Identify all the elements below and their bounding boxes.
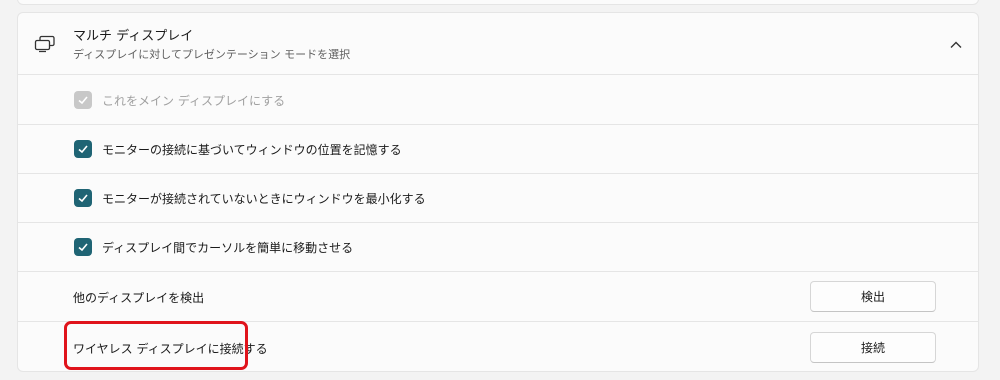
checkbox-row-minimize-windows: モニターが接続されていないときにウィンドウを最小化する [18,174,978,223]
multi-display-panel: マルチ ディスプレイ ディスプレイに対してプレゼンテーション モードを選択 これ… [17,12,979,372]
checkbox-label: モニターの接続に基づいてウィンドウの位置を記憶する [102,143,402,157]
checkbox-main-display[interactable] [74,91,92,109]
checkbox-label: これをメイン ディスプレイにする [102,94,286,108]
checkbox-label: モニターが接続されていないときにウィンドウを最小化する [102,192,426,206]
multi-display-header[interactable]: マルチ ディスプレイ ディスプレイに対してプレゼンテーション モードを選択 [18,13,978,75]
chevron-up-icon[interactable] [948,37,964,51]
checkbox-row-remember-window: モニターの接続に基づいてウィンドウの位置を記憶する [18,125,978,174]
section-subtitle: ディスプレイに対してプレゼンテーション モードを選択 [73,48,351,61]
checkbox-cursor-move[interactable] [74,238,92,256]
connect-button[interactable]: 接続 [810,332,936,363]
detect-displays-row: 他のディスプレイを検出 検出 [18,272,978,322]
detect-button[interactable]: 検出 [810,281,936,312]
previous-settings-card [17,0,979,5]
checkbox-label: ディスプレイ間でカーソルを簡単に移動させる [102,241,354,255]
section-title: マルチ ディスプレイ [73,29,194,44]
checkbox-row-main-display: これをメイン ディスプレイにする [18,75,978,125]
multi-display-icon [34,35,56,53]
checkbox-row-cursor-move: ディスプレイ間でカーソルを簡単に移動させる [18,223,978,272]
highlight-box [64,321,248,370]
detect-displays-label: 他のディスプレイを検出 [73,291,205,305]
checkbox-minimize-windows[interactable] [74,189,92,207]
checkbox-remember-window[interactable] [74,140,92,158]
